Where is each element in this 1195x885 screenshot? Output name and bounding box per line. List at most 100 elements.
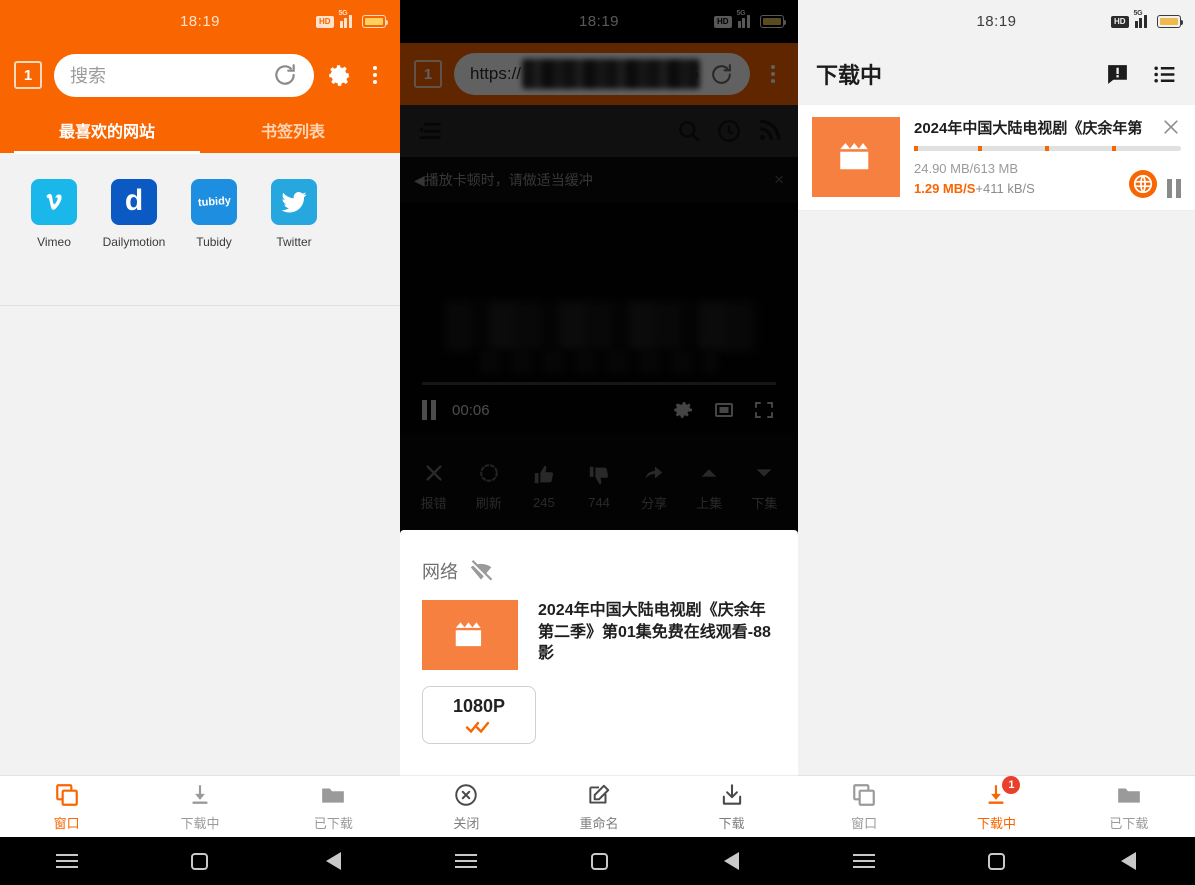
nav-downloading[interactable]: 下载中: [133, 782, 266, 832]
tubidy-wordmark: tubidy: [197, 194, 231, 210]
status-icons: HD 5G: [713, 0, 786, 43]
refresh-icon[interactable]: [272, 62, 298, 88]
search-input[interactable]: 搜索: [54, 53, 314, 97]
back-triangle-icon[interactable]: [267, 852, 400, 870]
download-icon: [187, 782, 213, 808]
download-details: 2024年中国大陆电视剧《庆余年第 24.90 MB/613 MB 1.29 M…: [914, 117, 1181, 198]
shortcut-label: Dailymotion: [102, 235, 166, 249]
bottom-nav-panel1: 窗口 下载中 已下载: [0, 775, 400, 837]
sheet-download-button[interactable]: 下载: [665, 782, 798, 832]
action-dislike[interactable]: 744: [571, 464, 626, 510]
action-label: 上集: [696, 496, 723, 511]
globe-icon[interactable]: [1129, 170, 1157, 198]
home-square-icon[interactable]: [133, 852, 266, 870]
video-redacted-region: [445, 301, 758, 351]
system-nav-panel2: [400, 837, 798, 885]
download-size: 24.90 MB/613 MB: [914, 161, 1019, 176]
pip-icon[interactable]: [712, 398, 736, 422]
rss-feed-icon[interactable]: [756, 118, 782, 144]
nav-label: 窗口: [851, 815, 878, 831]
home-square-icon[interactable]: [533, 852, 666, 870]
menu-lines-icon[interactable]: [400, 854, 533, 868]
network-type-label: 5G: [1133, 10, 1143, 17]
tab-count-button[interactable]: 1: [414, 60, 442, 88]
download-count-badge: 1: [1002, 775, 1021, 794]
sheet-close-button[interactable]: 关闭: [400, 782, 533, 832]
shortcut-twitter[interactable]: Twitter: [254, 179, 334, 249]
action-label: 分享: [641, 496, 668, 511]
video-player[interactable]: 00:06: [400, 203, 798, 433]
pause-icon[interactable]: [1167, 179, 1181, 198]
search-placeholder: 搜索: [70, 66, 106, 86]
nav-downloaded[interactable]: 已下载: [267, 782, 400, 832]
nav-label: 下载中: [976, 815, 1016, 831]
back-triangle-icon[interactable]: [665, 852, 798, 870]
list-icon[interactable]: [1152, 62, 1177, 87]
double-check-icon: [465, 721, 490, 733]
nav-downloading[interactable]: 1 下载中: [930, 775, 1062, 832]
nav-label: 窗口: [53, 815, 80, 831]
shortcuts-grid: Vimeo d Dailymotion tubidy Tubidy Twitte…: [0, 153, 400, 306]
close-icon[interactable]: ×: [774, 170, 784, 190]
nav-downloaded[interactable]: 已下载: [1063, 782, 1195, 832]
network-status-row: 网络: [400, 530, 798, 584]
signal-icon: 5G: [1134, 10, 1152, 28]
action-share[interactable]: 分享: [627, 462, 682, 512]
download-speed-extra: +411 kB/S: [975, 180, 1035, 196]
nav-windows[interactable]: 窗口: [0, 782, 133, 832]
battery-icon: [1157, 15, 1183, 28]
hd-icon: HD: [713, 15, 732, 28]
fullscreen-icon[interactable]: [752, 398, 776, 422]
dailymotion-icon: d: [111, 179, 157, 225]
status-bar-panel1: 18:19 HD 5G: [0, 0, 400, 43]
sheet-action-label: 关闭: [453, 815, 480, 831]
wifi-off-icon: [468, 558, 494, 584]
action-refresh[interactable]: 刷新: [461, 462, 516, 512]
gear-icon[interactable]: [326, 62, 352, 88]
nav-label: 已下载: [313, 815, 353, 831]
back-triangle-icon[interactable]: [1063, 852, 1195, 870]
action-next-episode[interactable]: 下集: [737, 462, 792, 512]
bottom-nav-panel3: 窗口 1 下载中 已下载: [798, 775, 1195, 837]
nav-windows[interactable]: 窗口: [798, 782, 930, 832]
home-square-icon[interactable]: [930, 852, 1062, 870]
three-phone-screenshots: 18:19 HD 5G 1 搜索 最喜欢的网站 书签列表 Vimeo d Dai…: [0, 0, 1195, 885]
shortcut-label: Vimeo: [37, 235, 71, 249]
url-text: https://: [470, 64, 522, 83]
alert-bubble-icon[interactable]: [1105, 62, 1130, 87]
header-actions: [1105, 62, 1177, 87]
shortcut-tubidy[interactable]: tubidy Tubidy: [174, 179, 254, 249]
download-list-item[interactable]: 2024年中国大陆电视剧《庆余年第 24.90 MB/613 MB 1.29 M…: [798, 105, 1195, 211]
more-menu-icon[interactable]: [762, 65, 784, 83]
menu-lines-icon[interactable]: [798, 854, 930, 868]
more-menu-icon[interactable]: [364, 66, 386, 84]
search-icon[interactable]: [676, 118, 702, 144]
action-label: 245: [533, 495, 555, 510]
tab-bookmark-list[interactable]: 书签列表: [200, 107, 386, 153]
quality-option-1080p[interactable]: 1080P: [422, 686, 536, 744]
action-label: 刷新: [475, 496, 502, 511]
url-input[interactable]: https:// 55: [454, 53, 750, 95]
tubidy-icon: tubidy: [191, 179, 237, 225]
action-like[interactable]: 245: [516, 464, 571, 510]
shortcut-dailymotion[interactable]: d Dailymotion: [94, 179, 174, 249]
video-action-bar: 报错 刷新 245 744 分享 上集 下集: [400, 433, 798, 541]
pause-icon[interactable]: [422, 400, 436, 420]
menu-indent-icon[interactable]: [416, 117, 444, 145]
refresh-icon[interactable]: [709, 62, 734, 87]
video-settings-gear-icon[interactable]: [672, 398, 696, 422]
action-previous-episode[interactable]: 上集: [682, 462, 737, 512]
download-title-row: 2024年中国大陆电视剧《庆余年第: [914, 117, 1181, 138]
tab-favorite-sites[interactable]: 最喜欢的网站: [14, 107, 200, 154]
close-x-icon[interactable]: [1161, 117, 1181, 137]
buffer-tip-banner: ◀播放卡顿时，请做适当缓冲 ×: [400, 157, 798, 203]
sheet-rename-button[interactable]: 重命名: [533, 782, 666, 832]
menu-lines-icon[interactable]: [0, 854, 133, 868]
quality-options: 1080P: [400, 670, 798, 744]
action-report-error[interactable]: 报错: [406, 462, 461, 512]
video-progress-bar[interactable]: [422, 382, 776, 385]
network-type-label: 5G: [338, 10, 348, 17]
history-clock-icon[interactable]: [716, 118, 742, 144]
shortcut-vimeo[interactable]: Vimeo: [14, 179, 94, 249]
tab-count-button[interactable]: 1: [14, 61, 42, 89]
